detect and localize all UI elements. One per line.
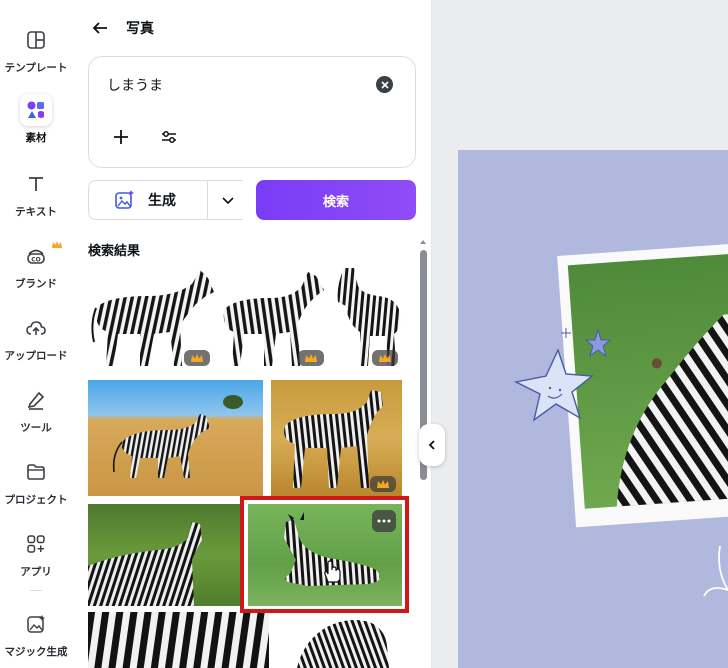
crown-icon bbox=[191, 353, 203, 362]
add-button[interactable] bbox=[107, 123, 135, 151]
clear-search-button[interactable] bbox=[376, 76, 393, 93]
results-title: 検索結果 bbox=[88, 244, 141, 259]
sidebar-item-label: マジック生成 bbox=[4, 646, 68, 658]
sidebar-item-magic-media[interactable]: マジック生成 bbox=[0, 604, 72, 668]
premium-badge bbox=[298, 350, 324, 366]
sidebar-item-label: テンプレート bbox=[4, 62, 68, 74]
collapse-panel-button[interactable] bbox=[419, 424, 445, 466]
design-page[interactable] bbox=[458, 150, 728, 668]
pen-tool-icon bbox=[20, 384, 52, 416]
search-box bbox=[88, 56, 416, 168]
panel-header: 写真 bbox=[88, 14, 154, 42]
sliders-icon bbox=[162, 131, 176, 143]
sidebar-item-label: テキスト bbox=[15, 206, 57, 218]
sidebar-item-label: ツール bbox=[20, 422, 52, 434]
close-icon bbox=[380, 80, 389, 89]
sidebar-item-label: プロジェクト bbox=[4, 494, 68, 506]
layout-icon bbox=[20, 24, 52, 56]
result-image[interactable] bbox=[88, 612, 269, 668]
result-image[interactable] bbox=[88, 262, 216, 370]
sidebar-item-upload[interactable]: アップロード bbox=[0, 308, 72, 372]
sidebar-item-apps[interactable]: アプリ bbox=[0, 524, 72, 588]
plus-icon bbox=[114, 130, 128, 144]
sidebar-item-brand[interactable]: CO ブランド bbox=[0, 236, 72, 300]
generate-label: 生成 bbox=[148, 193, 176, 209]
elements-icon bbox=[20, 94, 52, 126]
result-image[interactable] bbox=[88, 504, 240, 606]
chevron-down-icon bbox=[222, 197, 234, 205]
crown-icon bbox=[377, 479, 389, 488]
filter-button[interactable] bbox=[155, 123, 183, 151]
left-rail: テンプレート 素材 テキスト CO ブランド アップロード ツール プロジェクト… bbox=[0, 0, 72, 668]
search-button[interactable]: 検索 bbox=[256, 180, 416, 220]
crown-icon bbox=[305, 353, 317, 362]
scroll-up-icon bbox=[420, 240, 426, 244]
result-image[interactable] bbox=[271, 380, 402, 496]
premium-badge bbox=[184, 350, 210, 366]
crown-icon bbox=[379, 353, 391, 362]
svg-text:CO: CO bbox=[31, 257, 41, 264]
sidebar-item-tools[interactable]: ツール bbox=[0, 380, 72, 444]
generate-dropdown-button[interactable] bbox=[207, 181, 248, 219]
text-icon bbox=[20, 168, 52, 200]
sidebar-item-elements[interactable]: 素材 bbox=[0, 90, 72, 154]
rail-divider bbox=[30, 590, 42, 591]
sidebar-item-templates[interactable]: テンプレート bbox=[0, 20, 72, 84]
sidebar-item-label: アップロード bbox=[4, 350, 68, 362]
sidebar-item-label: ブランド bbox=[15, 278, 57, 290]
premium-badge bbox=[372, 350, 398, 366]
sidebar-item-projects[interactable]: プロジェクト bbox=[0, 452, 72, 516]
magic-image-icon bbox=[20, 608, 52, 640]
result-image[interactable] bbox=[277, 612, 402, 668]
crown-icon bbox=[52, 234, 62, 253]
more-options-button[interactable] bbox=[372, 510, 396, 532]
sidebar-item-label: 素材 bbox=[25, 132, 47, 144]
generate-button[interactable]: 生成 bbox=[88, 180, 208, 220]
panel-title: 写真 bbox=[126, 21, 154, 37]
magic-image-icon bbox=[115, 190, 134, 209]
apps-icon bbox=[20, 528, 52, 560]
result-image[interactable] bbox=[220, 262, 330, 370]
brand-icon: CO bbox=[20, 240, 52, 272]
canvas-area bbox=[432, 0, 728, 668]
result-image-selected[interactable] bbox=[248, 504, 402, 606]
folder-icon bbox=[20, 456, 52, 488]
sidebar-item-text[interactable]: テキスト bbox=[0, 164, 72, 228]
sidebar-item-label: アプリ bbox=[20, 566, 52, 578]
more-horizontal-icon bbox=[377, 519, 391, 523]
result-image[interactable] bbox=[88, 380, 263, 496]
back-button[interactable] bbox=[88, 16, 112, 40]
photos-panel: 写真 生成 検索 検索結果 bbox=[72, 0, 432, 668]
search-input[interactable] bbox=[107, 73, 367, 97]
hand-cursor-icon bbox=[324, 560, 341, 583]
premium-badge bbox=[370, 476, 396, 492]
result-image[interactable] bbox=[334, 262, 404, 370]
arrow-left-icon bbox=[92, 22, 107, 34]
chevron-left-icon bbox=[428, 440, 435, 450]
upload-cloud-icon bbox=[20, 312, 52, 344]
